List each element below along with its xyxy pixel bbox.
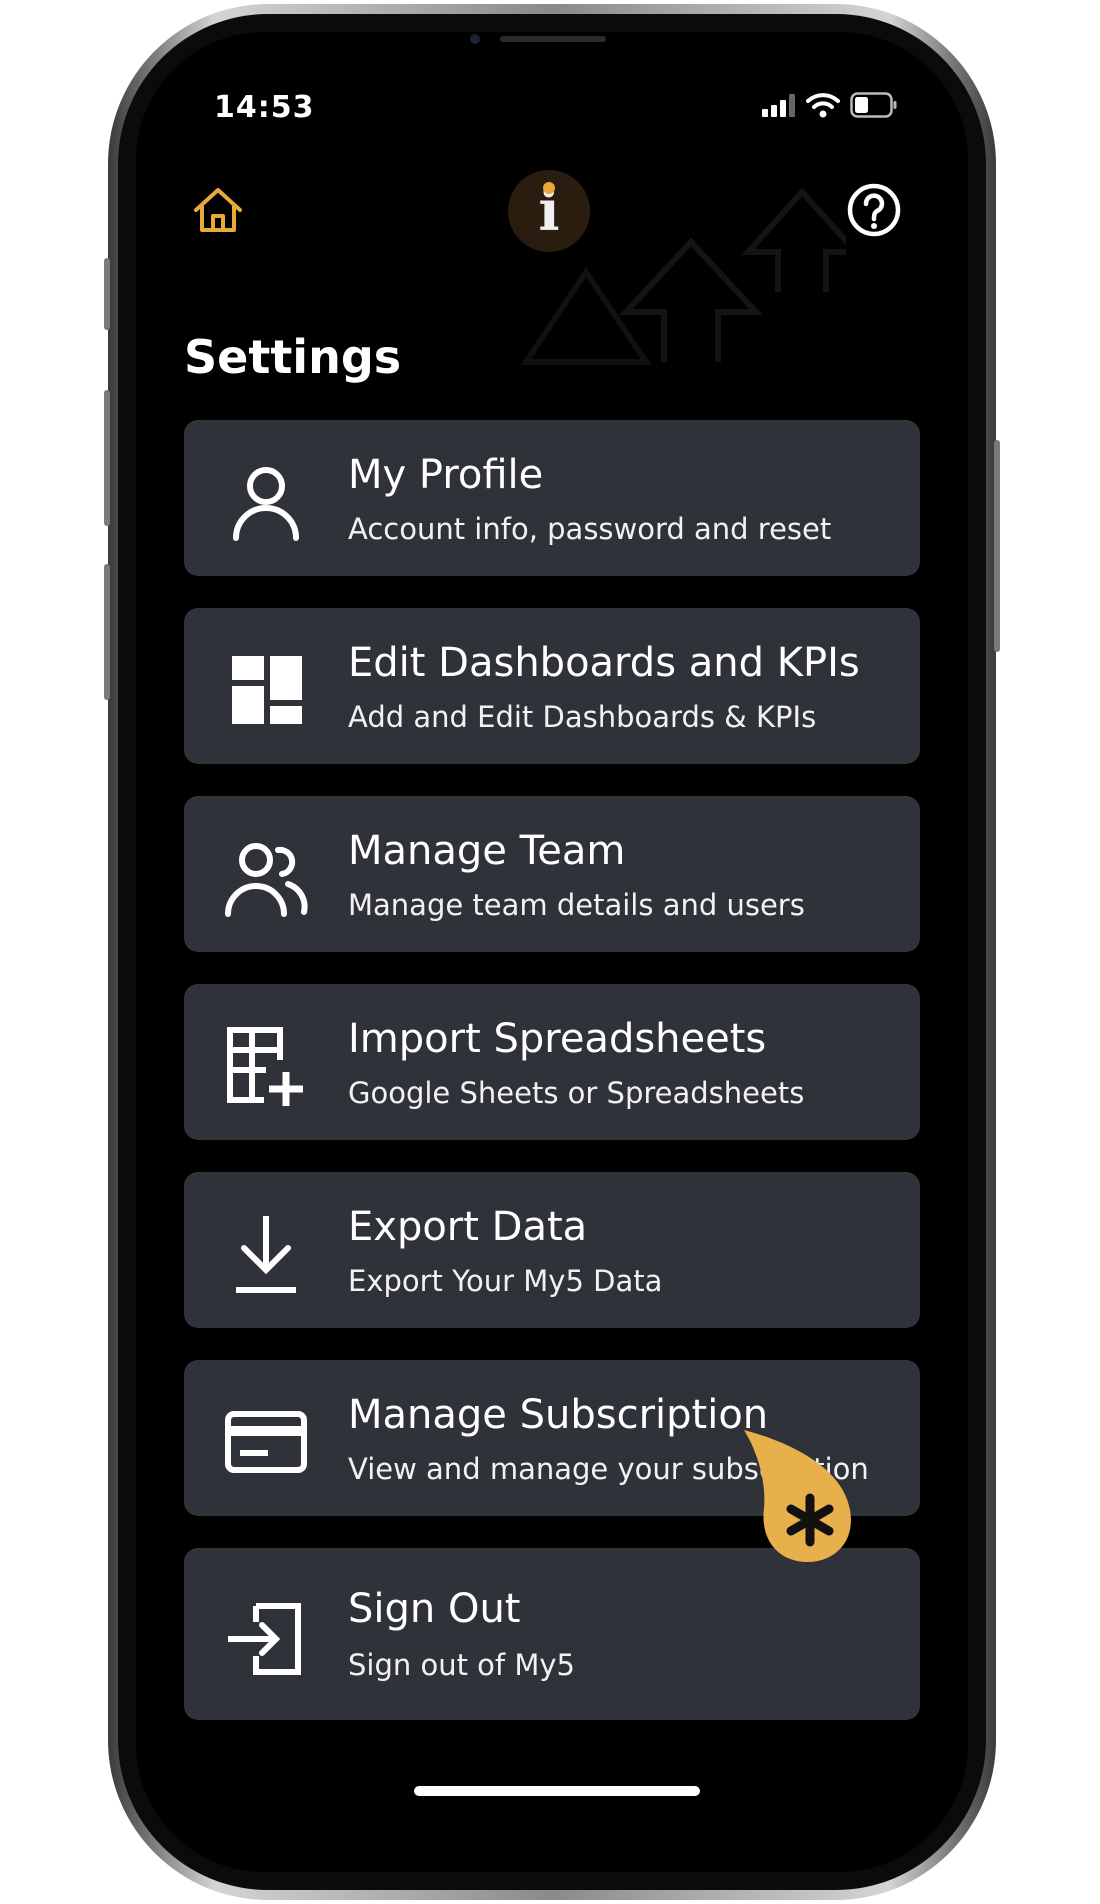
menu-subtitle: Export Your My5 Data — [348, 1264, 663, 1298]
menu-title: Edit Dashboards and KPIs — [348, 640, 860, 686]
sign-in-icon — [228, 1603, 301, 1675]
logo-dot — [543, 182, 555, 194]
menu-title: Manage Team — [348, 828, 626, 874]
spreadsheet-add-icon — [227, 1027, 303, 1106]
menu-subtitle: Google Sheets or Spreadsheets — [348, 1076, 805, 1110]
wifi-icon — [806, 93, 840, 118]
team-icon — [225, 843, 308, 917]
mute-switch — [104, 258, 110, 330]
menu-item-manage-team[interactable]: Manage Team Manage team details and user… — [184, 796, 920, 952]
phone-screen: 14:53 i Settings My Profile Account info… — [136, 32, 968, 1872]
cellular-signal-icon — [762, 94, 795, 117]
home-icon[interactable] — [188, 180, 248, 240]
menu-title: Manage Subscription — [348, 1392, 769, 1438]
dashboard-grid-icon — [232, 656, 302, 724]
credit-card-icon — [225, 1411, 307, 1473]
menu-subtitle: Sign out of My5 — [348, 1648, 575, 1682]
menu-item-sign-out[interactable]: Sign Out Sign out of My5 — [184, 1548, 920, 1720]
menu-title: Import Spreadsheets — [348, 1016, 767, 1062]
app-logo[interactable]: i — [508, 170, 590, 252]
menu-item-export-data[interactable]: Export Data Export Your My5 Data — [184, 1172, 920, 1328]
menu-title: My Profile — [348, 452, 544, 498]
menu-item-edit-dashboards[interactable]: Edit Dashboards and KPIs Add and Edit Da… — [184, 608, 920, 764]
menu-title: Sign Out — [348, 1586, 521, 1632]
download-icon — [236, 1216, 296, 1293]
question-circle-icon[interactable] — [846, 182, 902, 238]
home-indicator[interactable] — [414, 1786, 700, 1796]
menu-item-my-profile[interactable]: My Profile Account info, password and re… — [184, 420, 920, 576]
menu-subtitle: Add and Edit Dashboards & KPIs — [348, 700, 817, 734]
status-time: 14:53 — [214, 90, 315, 125]
menu-subtitle: Manage team details and users — [348, 888, 805, 922]
menu-item-import-spreadsheets[interactable]: Import Spreadsheets Google Sheets or Spr… — [184, 984, 920, 1140]
person-icon — [233, 467, 299, 541]
volume-up-button — [104, 390, 110, 526]
tap-hint-asterisk-icon[interactable] — [742, 1426, 862, 1566]
front-camera — [470, 34, 480, 44]
status-icons — [762, 92, 898, 118]
menu-title: Export Data — [348, 1204, 588, 1250]
volume-down-button — [104, 564, 110, 700]
battery-icon — [850, 92, 897, 118]
power-button — [994, 440, 1000, 652]
menu-subtitle: Account info, password and reset — [348, 512, 832, 546]
speaker-grille — [500, 36, 606, 42]
page-title: Settings — [184, 330, 402, 384]
